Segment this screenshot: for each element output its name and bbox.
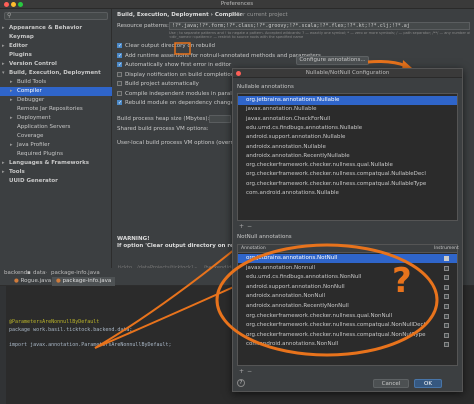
annotation-overlay-front: ? <box>215 243 439 357</box>
annotation-question-mark: ? <box>392 261 412 301</box>
